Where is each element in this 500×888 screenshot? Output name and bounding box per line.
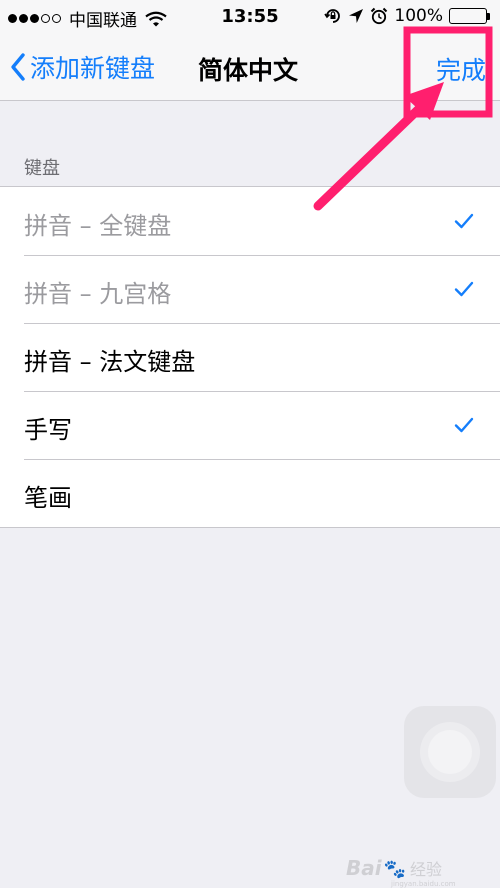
- chevron-left-icon: [11, 53, 25, 81]
- status-right: 100%: [318, 6, 490, 26]
- keyboard-row-handwriting[interactable]: 手写: [0, 391, 500, 459]
- keyboard-list: 拼音 – 全键盘 拼音 – 九宫格 拼音 – 法文键盘 手写 笔画: [0, 186, 500, 528]
- back-button-label: 添加新键盘: [30, 54, 156, 83]
- baidu-watermark: Bai 🐾 经验: [346, 856, 442, 880]
- battery-tip: [487, 12, 490, 20]
- keyboard-row-label: 手写: [24, 416, 72, 444]
- assistive-touch-center: [428, 730, 472, 774]
- section-header: 键盘: [24, 158, 60, 179]
- keyboard-row-pinyin-full[interactable]: 拼音 – 全键盘: [0, 187, 500, 255]
- battery-body: [449, 8, 487, 24]
- rotation-lock-icon: [324, 7, 342, 25]
- checkmark-icon: [454, 417, 474, 433]
- watermark-suffix: 经验: [410, 860, 443, 879]
- watermark-url: jingyan.baidu.com: [391, 880, 456, 888]
- keyboard-row-pinyin-9key[interactable]: 拼音 – 九宫格: [0, 255, 500, 323]
- done-button[interactable]: 完成: [436, 51, 486, 87]
- keyboard-row-pinyin-french[interactable]: 拼音 – 法文键盘: [0, 323, 500, 391]
- battery-icon: [449, 8, 490, 24]
- keyboard-row-label: 拼音 – 法文键盘: [24, 348, 196, 376]
- alarm-icon: [370, 7, 388, 25]
- keyboard-row-label: 笔画: [24, 484, 72, 512]
- status-bar: 中国联通 13:55 100%: [0, 0, 500, 34]
- checkmark-icon: [454, 213, 474, 229]
- location-arrow-icon: [348, 8, 364, 24]
- keyboard-row-label: 拼音 – 全键盘: [24, 212, 172, 240]
- checkmark-icon: [454, 281, 474, 297]
- paw-icon: 🐾: [383, 859, 407, 880]
- keyboard-row-label: 拼音 – 九宫格: [24, 280, 172, 308]
- navigation-bar: 添加新键盘 简体中文 完成: [0, 34, 500, 101]
- back-button[interactable]: 添加新键盘: [10, 49, 155, 85]
- watermark-brand: Bai: [346, 856, 382, 880]
- keyboard-row-stroke[interactable]: 笔画: [0, 459, 500, 527]
- battery-percent: 100%: [394, 6, 443, 26]
- page-title: 简体中文: [198, 56, 299, 85]
- assistive-touch-button[interactable]: [404, 706, 496, 798]
